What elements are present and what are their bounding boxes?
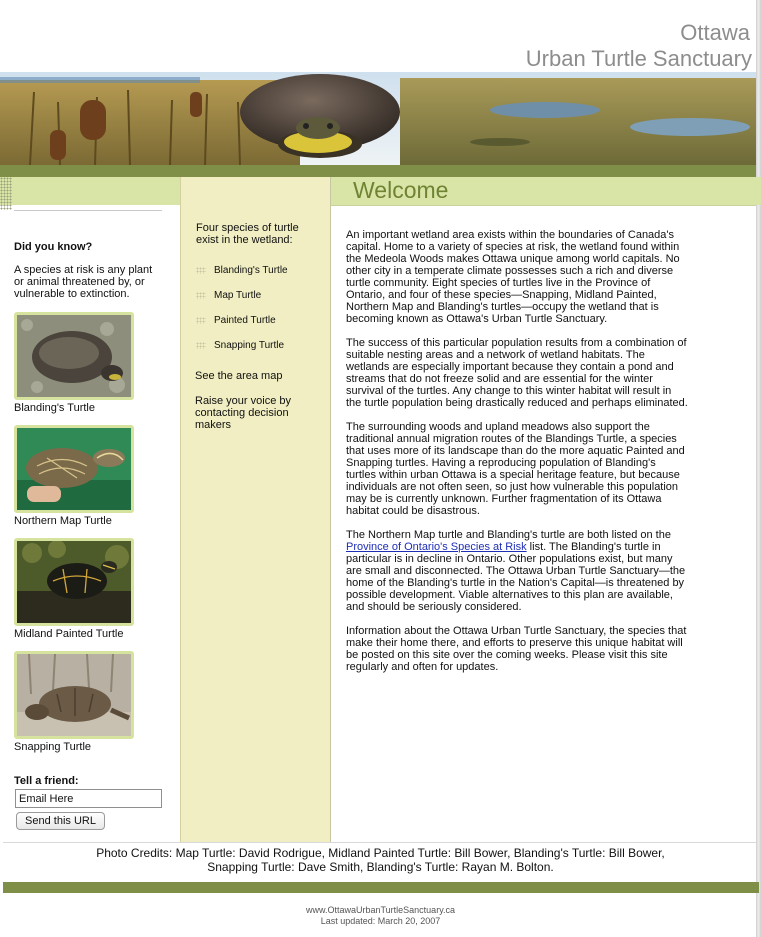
- article-paragraph: Information about the Ottawa Urban Turtl…: [346, 625, 687, 673]
- footer-info: www.OttawaUrbanTurtleSanctuary.ca Last u…: [0, 905, 761, 927]
- site-header: Ottawa Urban Turtle Sanctuary: [0, 0, 756, 165]
- site-title-name: Urban Turtle Sanctuary: [525, 46, 752, 71]
- turtle-caption: Blanding's Turtle: [14, 402, 95, 414]
- article-text: The Northern Map turtle and Blanding's t…: [346, 529, 671, 541]
- article-paragraph: The Northern Map turtle and Blanding's t…: [346, 529, 688, 613]
- turtle-card-map: Northern Map Turtle: [14, 425, 174, 527]
- species-link-label: Painted Turtle: [214, 315, 276, 326]
- header-banner-image: [0, 72, 756, 165]
- site-url: www.OttawaUrbanTurtleSanctuary.ca: [305, 905, 456, 915]
- footer-band: [3, 882, 759, 893]
- bullet-icon: [196, 317, 206, 324]
- article-paragraph: The success of this particular populatio…: [346, 337, 688, 409]
- snapping-turtle-photo: [14, 651, 134, 739]
- species-sidebar: [180, 177, 331, 842]
- northern-map-turtle-photo: [14, 425, 134, 513]
- page-title: Welcome: [353, 177, 449, 203]
- friend-email-field[interactable]: [15, 789, 162, 808]
- turtle-caption: Snapping Turtle: [14, 741, 92, 753]
- article-paragraph: An important wetland area exists within …: [346, 229, 680, 325]
- species-at-risk-definition: A species at risk is any plant or animal…: [14, 264, 153, 300]
- bullet-icon: [196, 267, 206, 274]
- left-divider: [14, 210, 162, 211]
- tell-a-friend-heading: Tell a friend:: [14, 775, 79, 787]
- contact-decision-makers-link[interactable]: Raise your voice by contacting decision …: [195, 395, 320, 431]
- page-right-edge: [756, 0, 761, 937]
- article-paragraph: The surrounding woods and upland meadows…: [346, 421, 685, 517]
- species-link-painted[interactable]: Painted Turtle: [196, 315, 276, 326]
- species-at-risk-link[interactable]: Province of Ontario's Species at Risk: [346, 541, 527, 553]
- bullet-icon: [196, 342, 206, 349]
- send-url-button[interactable]: Send this URL: [16, 812, 105, 830]
- species-link-blandings[interactable]: Blanding's Turtle: [196, 265, 288, 276]
- species-link-map[interactable]: Map Turtle: [196, 290, 261, 301]
- species-link-label: Map Turtle: [214, 290, 262, 301]
- did-you-know-heading: Did you know?: [14, 241, 93, 253]
- species-link-label: Blanding's Turtle: [214, 265, 288, 276]
- photo-credits-line: Snapping Turtle: Dave Smith, Blanding's …: [207, 860, 554, 874]
- turtle-card-blandings: Blanding's Turtle: [14, 312, 174, 414]
- article-body: An important wetland area exists within …: [346, 229, 688, 685]
- blandings-turtle-photo: [14, 312, 134, 400]
- species-intro: Four species of turtle exist in the wetl…: [196, 222, 299, 246]
- area-map-link[interactable]: See the area map: [195, 370, 320, 382]
- species-link-label: Snapping Turtle: [214, 340, 285, 351]
- last-updated: Last updated: March 20, 2007: [320, 916, 441, 926]
- species-link-snapping[interactable]: Snapping Turtle: [196, 340, 284, 351]
- photo-credits: Photo Credits: Map Turtle: David Rodrigu…: [0, 846, 761, 874]
- turtle-card-painted: Midland Painted Turtle: [14, 538, 174, 640]
- bullet-icon: [196, 292, 206, 299]
- credits-divider: [3, 842, 756, 843]
- turtle-caption: Midland Painted Turtle: [14, 628, 124, 640]
- turtle-caption: Northern Map Turtle: [14, 515, 112, 527]
- site-title-city: Ottawa: [680, 20, 750, 45]
- header-band: [0, 165, 756, 177]
- photo-credits-line: Photo Credits: Map Turtle: David Rodrigu…: [96, 846, 665, 860]
- turtle-card-snapping: Snapping Turtle: [14, 651, 174, 753]
- midland-painted-turtle-photo: [14, 538, 134, 626]
